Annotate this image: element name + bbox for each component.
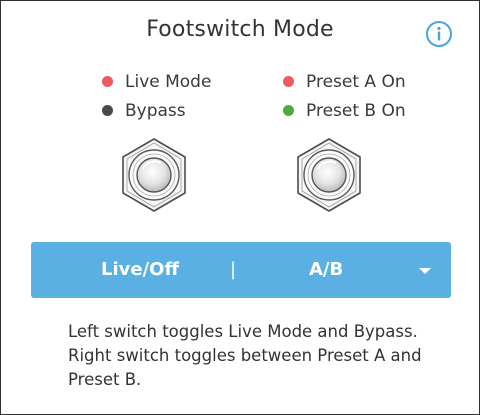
page-title: Footswitch Mode [146, 17, 334, 42]
preset-b-dot-icon [283, 105, 294, 116]
preset-a-dot-icon [283, 76, 294, 87]
footswitch-icon [122, 138, 186, 212]
mode-separator: | [230, 259, 237, 280]
mode-left-label: Live/Off [101, 259, 180, 280]
left-footswitch[interactable] [116, 137, 192, 213]
legend-right-switch: Preset A On Preset B On [283, 67, 406, 125]
legend-item-bypass: Bypass [102, 96, 211, 125]
legend-label: Live Mode [125, 71, 212, 92]
bypass-dot-icon [102, 105, 113, 116]
chevron-down-icon [419, 268, 431, 274]
footswitch-mode-dropdown[interactable]: Live/Off | A/B [31, 242, 451, 298]
legend-left-switch: Live Mode Bypass [102, 67, 211, 125]
legend-item-preset-a: Preset A On [283, 67, 406, 96]
footswitch-mode-panel: Footswitch Mode Live Mode Bypass Preset … [0, 0, 480, 415]
legend-label: Preset A On [306, 71, 406, 92]
legend-item-preset-b: Preset B On [283, 96, 406, 125]
legend-item-live-mode: Live Mode [102, 67, 211, 96]
info-icon [426, 21, 452, 47]
legend-label: Bypass [125, 100, 186, 121]
mode-description: Left switch toggles Live Mode and Bypass… [68, 322, 422, 389]
footswitch-icon [297, 138, 361, 212]
legend-label: Preset B On [306, 100, 406, 121]
right-footswitch[interactable] [291, 137, 367, 213]
live-mode-dot-icon [102, 76, 113, 87]
mode-right-label: A/B [309, 259, 344, 280]
info-button[interactable] [425, 20, 453, 48]
